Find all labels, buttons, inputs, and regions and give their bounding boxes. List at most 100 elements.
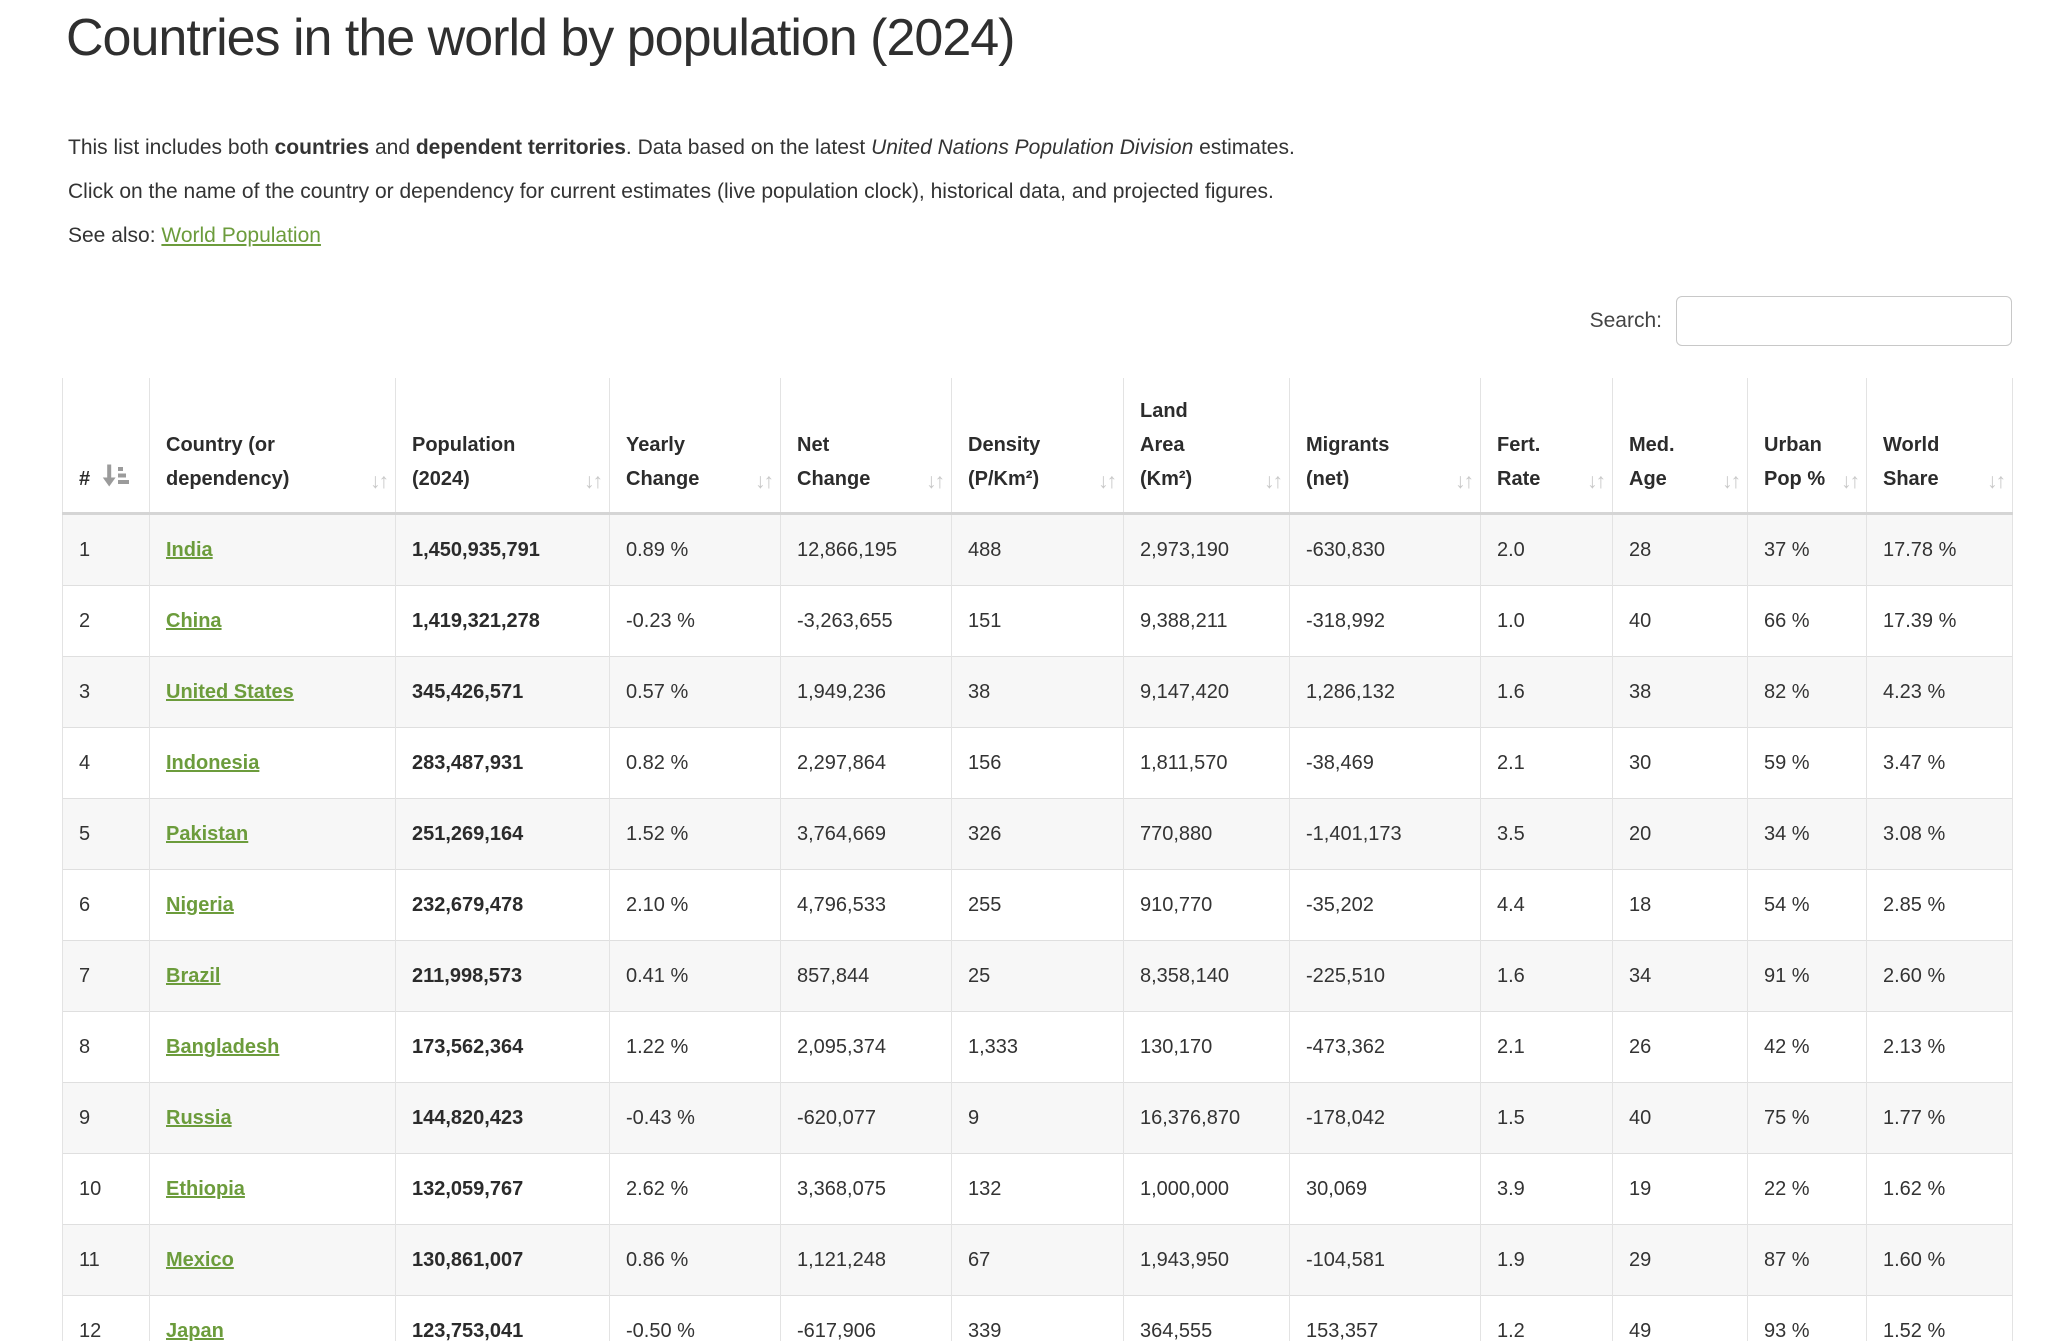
- country-link[interactable]: Pakistan: [166, 823, 248, 845]
- col-header-med_age[interactable]: Med. Age↓↑: [1613, 378, 1748, 514]
- country-link[interactable]: Nigeria: [166, 894, 234, 916]
- country-link[interactable]: United States: [166, 681, 294, 703]
- col-header-label: Net Change: [797, 434, 870, 490]
- cell-med_age: 18: [1613, 870, 1748, 941]
- table-row: 2China1,419,321,278-0.23 %-3,263,6551519…: [63, 586, 2013, 657]
- col-header-fert_rate[interactable]: Fert. Rate↓↑: [1481, 378, 1613, 514]
- cell-country: Nigeria: [150, 870, 396, 941]
- cell-med_age: 28: [1613, 514, 1748, 586]
- cell-fert_rate: 1.6: [1481, 657, 1613, 728]
- cell-yearly_change: 0.57 %: [610, 657, 781, 728]
- table-row: 6Nigeria232,679,4782.10 %4,796,533255910…: [63, 870, 2013, 941]
- cell-density: 132: [952, 1154, 1124, 1225]
- cell-country: China: [150, 586, 396, 657]
- cell-population: 1,450,935,791: [396, 514, 610, 586]
- cell-urban_pop: 66 %: [1748, 586, 1867, 657]
- sort-arrows-icon[interactable]: ↓↑: [584, 471, 601, 492]
- col-header-label: #: [79, 468, 90, 490]
- cell-population: 1,419,321,278: [396, 586, 610, 657]
- cell-migrants: 30,069: [1290, 1154, 1481, 1225]
- cell-yearly_change: 0.86 %: [610, 1225, 781, 1296]
- sort-arrows-icon[interactable]: ↓↑: [1098, 471, 1115, 492]
- cell-land_area: 770,880: [1124, 799, 1290, 870]
- cell-density: 488: [952, 514, 1124, 586]
- cell-med_age: 20: [1613, 799, 1748, 870]
- cell-population: 132,059,767: [396, 1154, 610, 1225]
- cell-fert_rate: 2.0: [1481, 514, 1613, 586]
- country-link[interactable]: Indonesia: [166, 752, 259, 774]
- sort-arrows-icon[interactable]: ↓↑: [1264, 471, 1281, 492]
- cell-med_age: 30: [1613, 728, 1748, 799]
- cell-country: United States: [150, 657, 396, 728]
- cell-med_age: 49: [1613, 1296, 1748, 1341]
- col-header-population[interactable]: Population (2024) ↓↑: [396, 378, 610, 514]
- col-header-land_area[interactable]: Land Area (Km²)↓↑: [1124, 378, 1290, 514]
- cell-country: Russia: [150, 1083, 396, 1154]
- sort-arrows-icon[interactable]: ↓↑: [926, 471, 943, 492]
- cell-urban_pop: 54 %: [1748, 870, 1867, 941]
- cell-land_area: 1,811,570: [1124, 728, 1290, 799]
- sort-arrows-icon[interactable]: ↓↑: [370, 471, 387, 492]
- col-header-yearly_change[interactable]: Yearly Change ↓↑: [610, 378, 781, 514]
- search-label: Search:: [1590, 309, 1662, 333]
- cell-urban_pop: 22 %: [1748, 1154, 1867, 1225]
- country-link[interactable]: Russia: [166, 1107, 232, 1129]
- col-header-net_change[interactable]: Net Change ↓↑: [781, 378, 952, 514]
- country-link[interactable]: Japan: [166, 1320, 224, 1341]
- sort-arrows-icon[interactable]: ↓↑: [755, 471, 772, 492]
- cell-migrants: 1,286,132: [1290, 657, 1481, 728]
- intro-segment-bold: dependent territories: [416, 136, 626, 159]
- intro-segment: and: [369, 136, 416, 159]
- sort-arrows-icon[interactable]: ↓↑: [1722, 471, 1739, 492]
- cell-population: 283,487,931: [396, 728, 610, 799]
- country-link[interactable]: Brazil: [166, 965, 220, 987]
- cell-net_change: 857,844: [781, 941, 952, 1012]
- sort-arrows-icon[interactable]: ↓↑: [1455, 471, 1472, 492]
- cell-population: 123,753,041: [396, 1296, 610, 1341]
- col-header-label: Yearly Change: [626, 434, 699, 490]
- cell-net_change: -617,906: [781, 1296, 952, 1341]
- cell-fert_rate: 1.5: [1481, 1083, 1613, 1154]
- cell-rank: 12: [63, 1296, 150, 1341]
- cell-density: 67: [952, 1225, 1124, 1296]
- country-link[interactable]: China: [166, 610, 222, 632]
- cell-yearly_change: -0.50 %: [610, 1296, 781, 1341]
- cell-country: Japan: [150, 1296, 396, 1341]
- country-link[interactable]: Mexico: [166, 1249, 234, 1271]
- col-header-country[interactable]: Country (or dependency)↓↑: [150, 378, 396, 514]
- intro-segment: estimates.: [1193, 136, 1295, 159]
- col-header-label: Population (2024): [412, 434, 515, 490]
- cell-rank: 9: [63, 1083, 150, 1154]
- world-population-link[interactable]: World Population: [161, 224, 321, 247]
- country-link[interactable]: India: [166, 539, 213, 561]
- cell-med_age: 40: [1613, 1083, 1748, 1154]
- col-header-label: Migrants (net): [1306, 434, 1389, 490]
- sort-amount-asc-icon[interactable]: [102, 462, 129, 489]
- cell-net_change: -3,263,655: [781, 586, 952, 657]
- col-header-density[interactable]: Density (P/Km²)↓↑: [952, 378, 1124, 514]
- cell-yearly_change: 1.52 %: [610, 799, 781, 870]
- cell-urban_pop: 93 %: [1748, 1296, 1867, 1341]
- search-input[interactable]: [1676, 296, 2012, 346]
- country-link[interactable]: Bangladesh: [166, 1036, 279, 1058]
- cell-yearly_change: 0.82 %: [610, 728, 781, 799]
- cell-med_age: 38: [1613, 657, 1748, 728]
- cell-density: 9: [952, 1083, 1124, 1154]
- cell-population: 173,562,364: [396, 1012, 610, 1083]
- cell-land_area: 16,376,870: [1124, 1083, 1290, 1154]
- sort-arrows-icon[interactable]: ↓↑: [1841, 471, 1858, 492]
- intro-segment-bold: countries: [275, 136, 370, 159]
- sort-arrows-icon[interactable]: ↓↑: [1587, 471, 1604, 492]
- col-header-rank[interactable]: #: [63, 378, 150, 514]
- cell-yearly_change: 2.10 %: [610, 870, 781, 941]
- col-header-migrants[interactable]: Migrants (net) ↓↑: [1290, 378, 1481, 514]
- cell-urban_pop: 34 %: [1748, 799, 1867, 870]
- country-link[interactable]: Ethiopia: [166, 1178, 245, 1200]
- sort-arrows-icon[interactable]: ↓↑: [1987, 471, 2004, 492]
- intro-text: This list includes both countries and de…: [68, 126, 2012, 258]
- col-header-world_share[interactable]: World Share↓↑: [1867, 378, 2013, 514]
- col-header-urban_pop[interactable]: Urban Pop %↓↑: [1748, 378, 1867, 514]
- cell-net_change: 2,297,864: [781, 728, 952, 799]
- cell-yearly_change: 1.22 %: [610, 1012, 781, 1083]
- cell-population: 232,679,478: [396, 870, 610, 941]
